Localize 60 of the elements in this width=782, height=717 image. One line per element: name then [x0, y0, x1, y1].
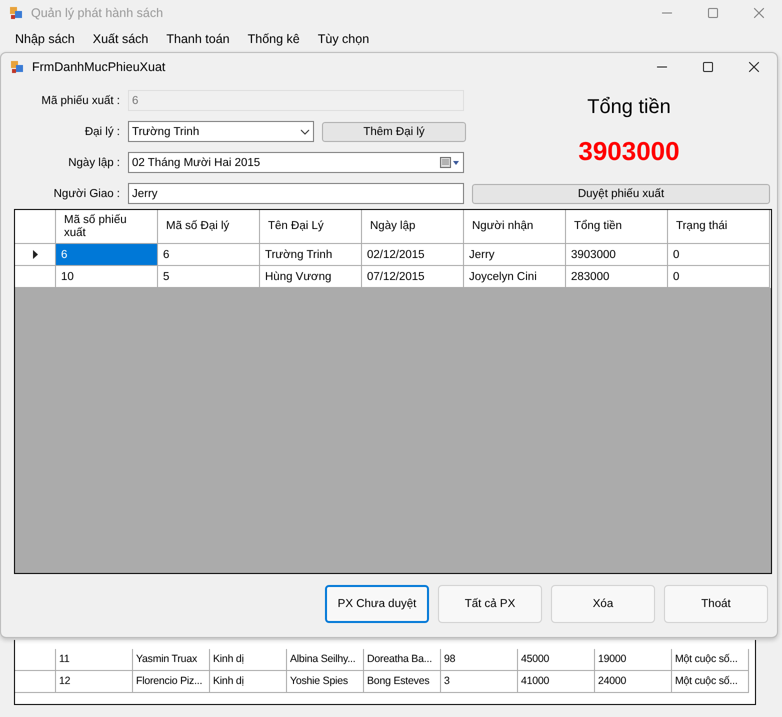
- input-field[interactable]: Jerry: [128, 183, 464, 204]
- table-cell: 98: [441, 649, 518, 671]
- table-cell: Albina Seilhy...: [287, 649, 364, 671]
- menu-item[interactable]: Thống kê: [238, 32, 309, 46]
- table-cell: Yoshie Spies: [287, 671, 364, 693]
- table-cell: 24000: [595, 671, 672, 693]
- table-cell: Kinh dị: [210, 671, 287, 693]
- table-cell: Một cuộc số...: [672, 671, 749, 693]
- table-cell[interactable]: 283000: [566, 266, 668, 288]
- calendar-icon: [440, 156, 460, 168]
- dialog-title: FrmDanhMucPhieuXuat: [32, 60, 166, 74]
- table-cell: Kinh dị: [210, 649, 287, 671]
- button[interactable]: Thoát: [664, 585, 768, 623]
- table-cell: 12: [56, 671, 133, 693]
- row-header: [15, 671, 56, 693]
- field-label: Ngày lập :: [67, 156, 120, 168]
- menu-item[interactable]: Tùy chọn: [308, 32, 378, 46]
- table-cell: 11: [56, 649, 133, 671]
- maximize-icon: [703, 62, 713, 72]
- table-cell[interactable]: Hùng Vương: [260, 266, 362, 288]
- table-cell: Yasmin Truax: [133, 649, 210, 671]
- close-icon: [749, 62, 759, 72]
- window-title: Quản lý phát hành sách: [31, 6, 164, 20]
- row-pointer-icon: [32, 250, 38, 259]
- table-cell[interactable]: 07/12/2015: [362, 266, 464, 288]
- button[interactable]: Xóa: [551, 585, 655, 623]
- table-cell: Doreatha Ba...: [364, 649, 441, 671]
- app-icon: [10, 60, 24, 74]
- total-value: 3903000: [578, 136, 680, 167]
- table-cell: 19000: [595, 649, 672, 671]
- maximize-icon: [708, 8, 718, 18]
- chevron-down-icon: [300, 128, 310, 134]
- close-icon: [754, 8, 764, 18]
- table-cell[interactable]: 6: [56, 244, 158, 266]
- button[interactable]: Duyệt phiếu xuất: [472, 184, 770, 204]
- dropdown[interactable]: Trường Trinh: [128, 121, 314, 142]
- date-picker[interactable]: 02 Tháng Mười Hai 2015: [128, 152, 464, 173]
- menu-item[interactable]: Xuất sách: [84, 32, 158, 46]
- table-cell: Một cuộc số...: [672, 649, 749, 671]
- table-cell: Bong Esteves: [364, 671, 441, 693]
- table-cell[interactable]: 5: [158, 266, 260, 288]
- total-label: Tổng tiền: [587, 96, 671, 119]
- table-cell: 3: [441, 671, 518, 693]
- input-field[interactable]: 6: [128, 90, 464, 111]
- table-cell: 41000: [518, 671, 595, 693]
- field-label: Mã phiếu xuất :: [40, 94, 120, 106]
- table-cell[interactable]: 10: [56, 266, 158, 288]
- menu-item[interactable]: Thanh toán: [157, 32, 239, 46]
- table-cell[interactable]: Joycelyn Cini: [464, 266, 566, 288]
- menu-item[interactable]: Nhập sách: [6, 32, 84, 46]
- button[interactable]: Tất cả PX: [438, 585, 542, 623]
- app-icon: [9, 6, 23, 20]
- table-cell: Florencio Piz...: [133, 671, 210, 693]
- row-header: [15, 649, 56, 671]
- field-label: Người Giao :: [52, 188, 120, 200]
- button[interactable]: Thêm Đại lý: [322, 122, 466, 142]
- button[interactable]: PX Chưa duyệt: [325, 585, 429, 623]
- field-label: Đại lý :: [84, 126, 120, 138]
- table-cell[interactable]: 0: [668, 266, 770, 288]
- table-cell: 45000: [518, 649, 595, 671]
